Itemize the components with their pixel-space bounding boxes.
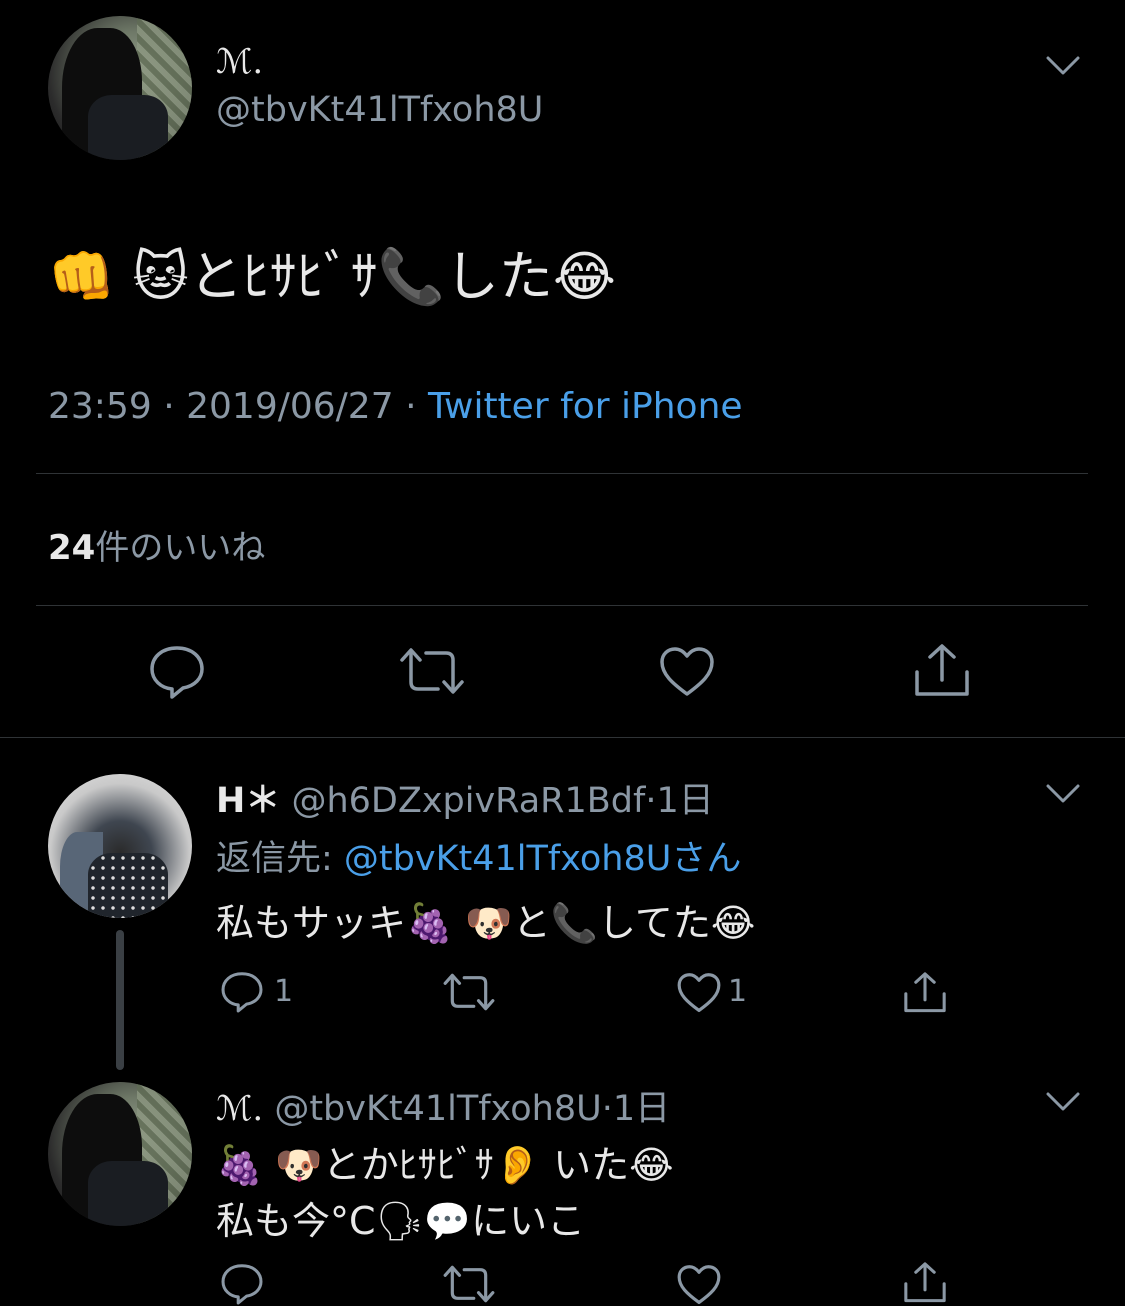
meta-separator: · (163, 386, 175, 427)
retweet-icon[interactable] (398, 646, 466, 696)
reply-icon[interactable] (148, 644, 206, 700)
reply-age: 1日 (656, 781, 714, 821)
avatar-reply[interactable] (48, 1082, 192, 1226)
heart-icon[interactable] (676, 972, 722, 1014)
reply-icon[interactable] (220, 970, 264, 1014)
retweet-icon[interactable] (442, 972, 496, 1012)
divider (36, 473, 1088, 474)
avatar-main[interactable] (48, 16, 192, 160)
retweet-icon[interactable] (442, 1264, 496, 1304)
tweet-date: 2019/06/27 (186, 386, 394, 427)
reply-header: H＊ @h6DZxpivRaR1Bdf·1日 (216, 772, 714, 823)
likes-summary[interactable]: 24件のいいね (48, 520, 265, 569)
share-icon[interactable] (912, 642, 972, 700)
reply-text-line1: 🍇 🐶とかﾋｻﾋﾞｻ👂 いた😂 (216, 1143, 674, 1187)
meta-separator: · (645, 781, 657, 821)
author-name[interactable]: ℳ. (216, 1089, 263, 1129)
tweet-time: 23:59 (48, 386, 152, 427)
tweet-client-link[interactable]: Twitter for iPhone (428, 386, 743, 427)
thread-line (116, 930, 124, 1070)
likes-label: 件のいいね (95, 528, 266, 568)
tweet-text: 👊 🐱とﾋｻﾋﾞｻ📞した😂 (48, 245, 617, 308)
author-name[interactable]: H＊ (216, 781, 280, 821)
heart-icon[interactable] (676, 1264, 722, 1306)
chevron-down-icon[interactable] (1046, 1092, 1080, 1116)
reply-age: 1日 (612, 1089, 671, 1129)
author-handle[interactable]: @tbvKt41lTfxoh8U (216, 90, 543, 130)
tweet-meta: 23:59 · 2019/06/27 · Twitter for iPhone (48, 386, 743, 427)
divider (0, 737, 1125, 738)
avatar-reply[interactable] (48, 774, 192, 918)
like-count: 1 (728, 974, 748, 1009)
divider (36, 605, 1088, 606)
meta-separator: · (601, 1089, 613, 1129)
reply-text: 私もサッキ🍇 🐶と📞してた😂 (216, 901, 756, 945)
author-handle[interactable]: @tbvKt41lTfxoh8U (274, 1089, 601, 1129)
share-icon[interactable] (902, 1260, 948, 1306)
reply-icon[interactable] (220, 1262, 264, 1306)
reply-count: 1 (274, 974, 294, 1009)
replying-to-label: 返信先: (216, 839, 344, 879)
reply-header: ℳ. @tbvKt41lTfxoh8U·1日 (216, 1080, 670, 1131)
meta-separator: · (405, 386, 417, 427)
author-name[interactable]: ℳ. (216, 42, 263, 82)
author-handle[interactable]: @h6DZxpivRaR1Bdf (291, 781, 645, 821)
reply-text-line2: 私も今°C🗣💬にいこ (216, 1199, 586, 1243)
chevron-down-icon[interactable] (1046, 784, 1080, 808)
heart-icon[interactable] (658, 646, 716, 698)
replying-to: 返信先: @tbvKt41lTfxoh8Uさん (216, 830, 741, 881)
chevron-down-icon[interactable] (1046, 56, 1080, 80)
likes-count: 24 (48, 528, 96, 568)
share-icon[interactable] (902, 970, 948, 1016)
replying-to-handle[interactable]: @tbvKt41lTfxoh8Uさん (344, 839, 741, 879)
